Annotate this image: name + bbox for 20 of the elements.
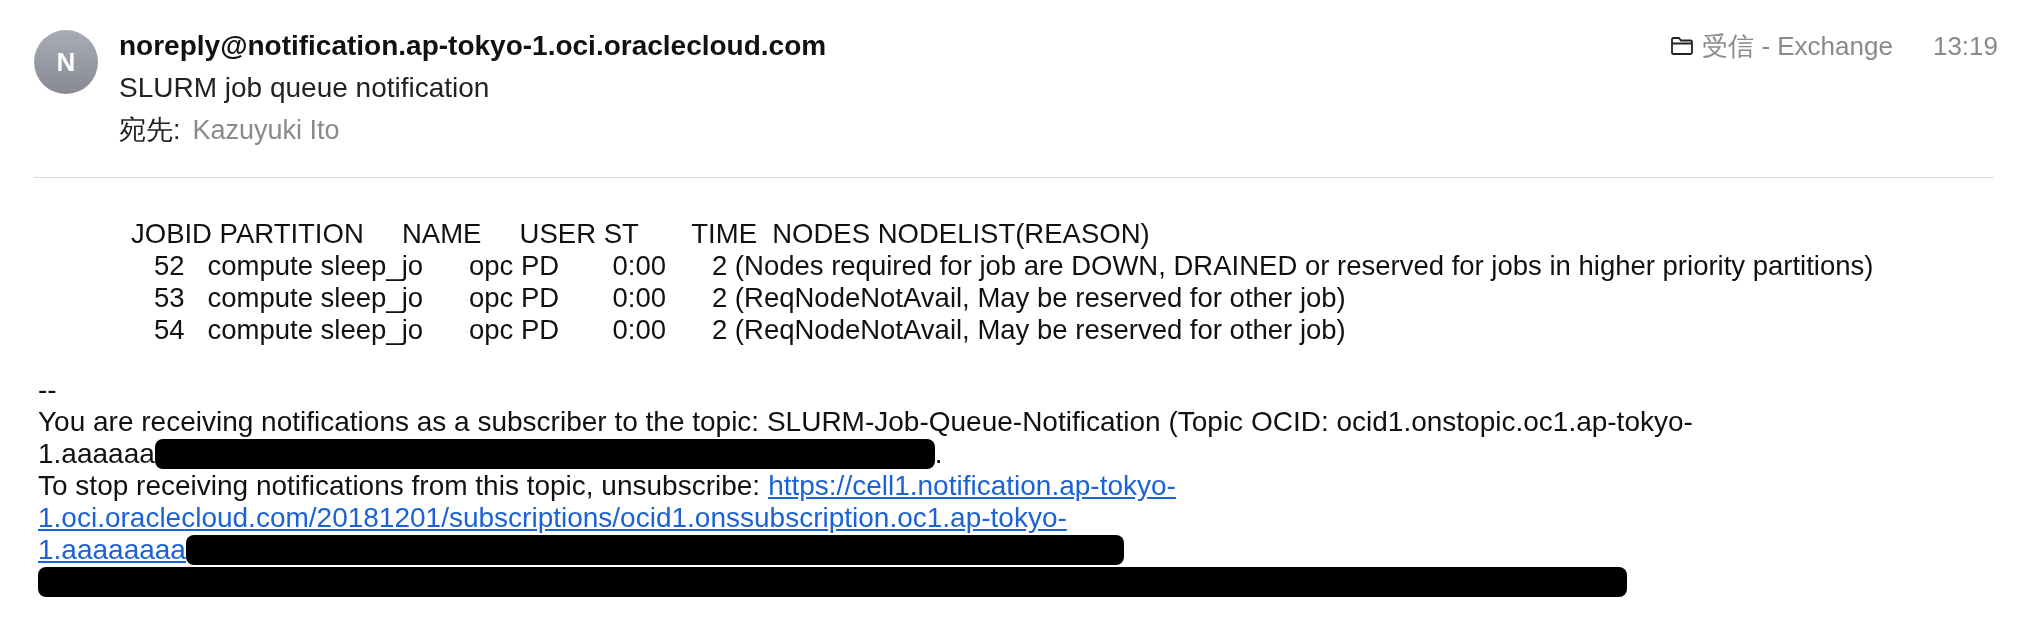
avatar-initial: N [56, 46, 76, 78]
folder-icon [1670, 36, 1695, 56]
unsubscribe-link[interactable]: 1.oci.oraclecloud.com/20181201/subscriptions/ocid1.onssubscription.oc1.ap-tokyo- [38, 502, 1067, 534]
queue-output-line: 53 compute sleep_jo opc PD 0:00 2 (ReqNodeNotAvail, May be reserved for other job) [154, 282, 1346, 313]
sender-address: noreply@notification.ap-tokyo-1.oci.oraclecloud.com [119, 30, 828, 62]
email-subject: SLURM job queue notification [119, 72, 491, 104]
recipient-name: Kazuyuki Ito [192, 115, 340, 145]
queue-output-line: 52 compute sleep_jo opc PD 0:00 2 (Nodes required for job are DOWN, DRAINED or reserved for jobs in higher priority partitions) [154, 250, 1874, 281]
topic-text: . [934, 438, 943, 470]
signature-separator: -- [38, 374, 57, 406]
mailbox-folder: 受信 - Exchange [1702, 29, 1893, 63]
received-time: 13:19 [1932, 30, 1998, 62]
queue-output-line: 54 compute sleep_jo opc PD 0:00 2 (ReqNodeNotAvail, May be reserved for other job) [154, 314, 1346, 345]
unsubscribe-link[interactable]: 1.aaaaaaaa [38, 534, 186, 566]
unsubscribe-text: To stop receiving notifications from this topic, unsubscribe: [38, 470, 761, 502]
unsubscribe-link[interactable]: https://cell1.notification.ap-tokyo- [768, 470, 1176, 502]
topic-text: You are receiving notifications as a subscriber to the topic: SLURM-Job-Queue-Notification (Topic OCID: ocid1.onstopic.oc1.ap-tokyo- [38, 406, 1693, 438]
queue-output-line: JOBID PARTITION NAME USER ST TIME NODES NODELIST(REASON) [131, 218, 1150, 249]
recipient-label: 宛先: [119, 115, 181, 145]
topic-text: 1.aaaaaa [38, 438, 155, 470]
